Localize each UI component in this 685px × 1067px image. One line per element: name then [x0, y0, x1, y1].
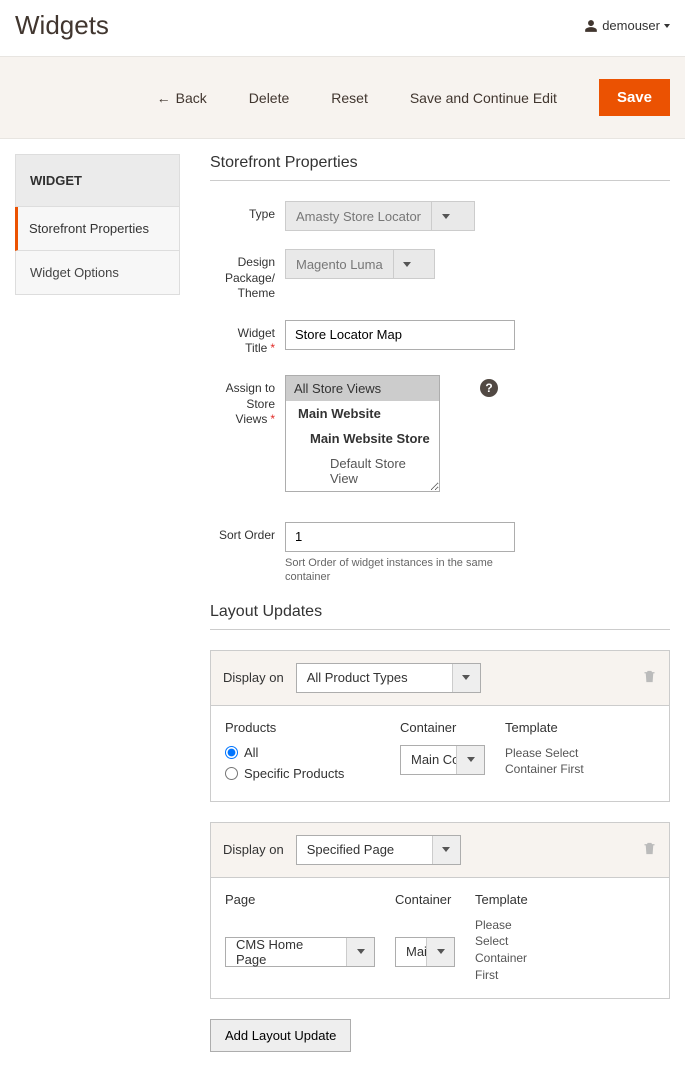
page-value: CMS Home Page: [226, 937, 346, 967]
chevron-down-icon: [393, 250, 421, 278]
reset-button[interactable]: Reset: [331, 90, 368, 106]
storefront-legend: Storefront Properties: [210, 154, 670, 181]
add-layout-update-button[interactable]: Add Layout Update: [210, 1019, 351, 1052]
action-bar: ← Back Delete Reset Save and Continue Ed…: [0, 56, 685, 139]
trash-icon: [642, 669, 657, 684]
chevron-down-icon: [452, 664, 480, 692]
store-views-select[interactable]: All Store Views Main Website Main Websit…: [285, 375, 440, 492]
display-on-select[interactable]: Specified Page: [296, 835, 461, 865]
page-title: Widgets: [15, 10, 109, 41]
theme-value: Magento Luma: [286, 257, 393, 272]
display-on-select[interactable]: All Product Types: [296, 663, 481, 693]
chevron-down-icon: [664, 24, 670, 28]
type-value: Amasty Store Locator: [286, 209, 431, 224]
store-option-all[interactable]: All Store Views: [286, 376, 439, 401]
container-column-label: Container: [400, 720, 485, 735]
delete-button[interactable]: Delete: [249, 90, 289, 106]
container-value: Main Cor: [401, 752, 456, 767]
page-select[interactable]: CMS Home Page: [225, 937, 375, 967]
layout-update-block: Display on Specified Page Page CMS Home …: [210, 822, 670, 999]
display-on-value: All Product Types: [297, 670, 452, 685]
help-icon[interactable]: ?: [480, 379, 498, 397]
type-select: Amasty Store Locator: [285, 201, 475, 231]
type-label: Type: [210, 201, 275, 223]
chevron-down-icon: [346, 938, 374, 966]
user-name: demouser: [602, 18, 660, 33]
sidebar-item-widget-options[interactable]: Widget Options: [15, 251, 180, 295]
products-all-radio[interactable]: All: [225, 745, 380, 760]
container-column-label: Container: [395, 892, 455, 907]
sidebar: WIDGET Storefront Properties Widget Opti…: [15, 154, 180, 295]
template-column-label: Template: [475, 892, 545, 907]
store-option-main-website-store[interactable]: Main Website Store: [286, 426, 439, 451]
theme-label: Design Package/ Theme: [210, 249, 275, 302]
save-continue-button[interactable]: Save and Continue Edit: [410, 90, 557, 106]
store-option-main-website[interactable]: Main Website: [286, 401, 439, 426]
products-specific-radio[interactable]: Specific Products: [225, 766, 380, 781]
layout-update-block: Display on All Product Types Products Al…: [210, 650, 670, 802]
user-menu[interactable]: demouser: [584, 18, 670, 33]
chevron-down-icon: [431, 202, 459, 230]
container-value: Mair: [396, 944, 426, 959]
chevron-down-icon: [456, 746, 484, 774]
container-select[interactable]: Main Cor: [400, 745, 485, 775]
page-column-label: Page: [225, 892, 375, 907]
widget-title-label: Widget Title*: [210, 320, 275, 357]
remove-layout-button[interactable]: [642, 841, 657, 859]
arrow-left-icon: ←: [157, 90, 171, 106]
display-on-label: Display on: [223, 842, 284, 857]
template-column-label: Template: [505, 720, 600, 735]
chevron-down-icon: [432, 836, 460, 864]
trash-icon: [642, 841, 657, 856]
assign-label: Assign to Store Views*: [210, 375, 275, 428]
layout-updates-legend: Layout Updates: [210, 603, 670, 630]
template-note: Please Select Container First: [505, 745, 600, 779]
widget-title-input[interactable]: [285, 320, 515, 350]
products-column-label: Products: [225, 720, 380, 735]
chevron-down-icon: [426, 938, 454, 966]
remove-layout-button[interactable]: [642, 669, 657, 687]
back-label: Back: [176, 90, 207, 106]
sort-order-label: Sort Order: [210, 522, 275, 544]
store-option-default-view[interactable]: Default Store View: [286, 451, 439, 491]
template-note: Please Select Container First: [475, 917, 545, 984]
sort-order-note: Sort Order of widget instances in the sa…: [285, 556, 515, 585]
back-button[interactable]: ← Back: [157, 90, 207, 106]
display-on-value: Specified Page: [297, 842, 432, 857]
theme-select: Magento Luma: [285, 249, 435, 279]
sidebar-header: WIDGET: [15, 154, 180, 207]
sort-order-input[interactable]: [285, 522, 515, 552]
container-select[interactable]: Mair: [395, 937, 455, 967]
save-button[interactable]: Save: [599, 79, 670, 116]
display-on-label: Display on: [223, 670, 284, 685]
sidebar-item-storefront[interactable]: Storefront Properties: [15, 207, 180, 251]
user-icon: [584, 19, 598, 33]
